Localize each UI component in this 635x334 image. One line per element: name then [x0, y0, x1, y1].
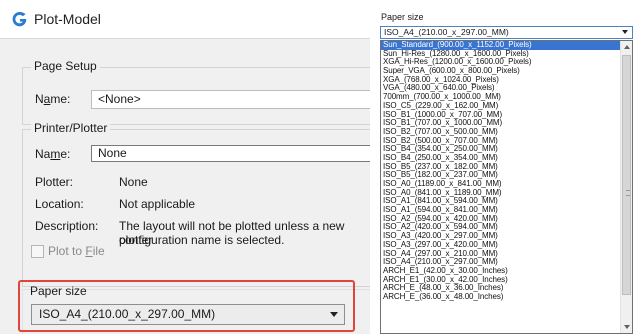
paper-size-label: Paper size [30, 284, 87, 298]
page-setup-name-select[interactable]: <None> [91, 90, 370, 109]
plot-to-file-label: Plot to File [48, 244, 105, 258]
plotter-value: None [119, 175, 148, 189]
chevron-down-icon[interactable] [622, 30, 628, 34]
printer-name-label: Name: [35, 147, 70, 161]
label-part: ile [92, 244, 105, 258]
dropdown-paper-size-select[interactable]: ISO_A4_(210.00_x_297.00_MM) [380, 26, 633, 39]
scrollbar-thumb[interactable] [622, 55, 631, 295]
app-g-logo-icon [12, 12, 27, 27]
paper-size-options: Sun_Standard_(900.00_x_1152.00_Pixels) Su… [381, 41, 621, 302]
scroll-up-icon[interactable] [624, 45, 630, 49]
window-title: Plot-Model [34, 11, 101, 27]
chevron-down-icon[interactable] [330, 312, 338, 317]
page-setup-name-value: <None> [98, 92, 141, 106]
access-key: F [85, 244, 93, 258]
printer-plotter-title: Printer/Plotter [31, 121, 111, 135]
scrollbar-grip-icon [626, 190, 630, 196]
printer-plotter-group: Printer/Plotter Name: None Plotter: None… [22, 121, 370, 287]
paper-size-value: ISO_A4_(210.00_x_297.00_MM) [39, 307, 216, 321]
label-part: Na [35, 147, 51, 161]
label-part: e: [60, 147, 71, 161]
description-line-2: configuration name is selected. [119, 233, 285, 247]
description-label: Description: [35, 219, 99, 233]
paper-size-option[interactable]: ARCH_E_(36.00_x_48.00_Inches) [381, 292, 621, 302]
paper-size-options-list: Sun_Standard_(900.00_x_1152.00_Pixels) Su… [380, 40, 633, 334]
label-part: N [35, 92, 44, 106]
plot-dialog: Plot-Model Page Setup Name: <None> Print… [0, 0, 370, 334]
plotter-label: Plotter: [35, 175, 74, 189]
title-bar: Plot-Model [0, 0, 370, 39]
paper-size-dropdown-panel: Paper size ISO_A4_(210.00_x_297.00_MM) S… [375, 0, 635, 334]
page-setup-title: Page Setup [31, 59, 100, 73]
location-label: Location: [35, 197, 84, 211]
dropdown-current-value: ISO_A4_(210.00_x_297.00_MM) [384, 27, 509, 37]
dropdown-paper-size-label: Paper size [381, 12, 424, 22]
printer-name-value: None [98, 146, 127, 160]
paper-size-select[interactable]: ISO_A4_(210.00_x_297.00_MM) [31, 304, 345, 325]
plot-to-file-checkbox[interactable] [31, 245, 44, 258]
list-scrollbar[interactable] [620, 41, 632, 333]
label-part: Plot to [48, 244, 86, 258]
printer-name-select[interactable]: None [91, 145, 370, 162]
access-key: m [50, 147, 61, 161]
location-value: Not applicable [119, 197, 196, 211]
page-setup-name-label: Name: [35, 92, 70, 106]
label-part: me: [50, 92, 71, 106]
page-setup-group: Page Setup Name: <None> [22, 59, 370, 125]
scroll-down-icon[interactable] [624, 325, 630, 329]
